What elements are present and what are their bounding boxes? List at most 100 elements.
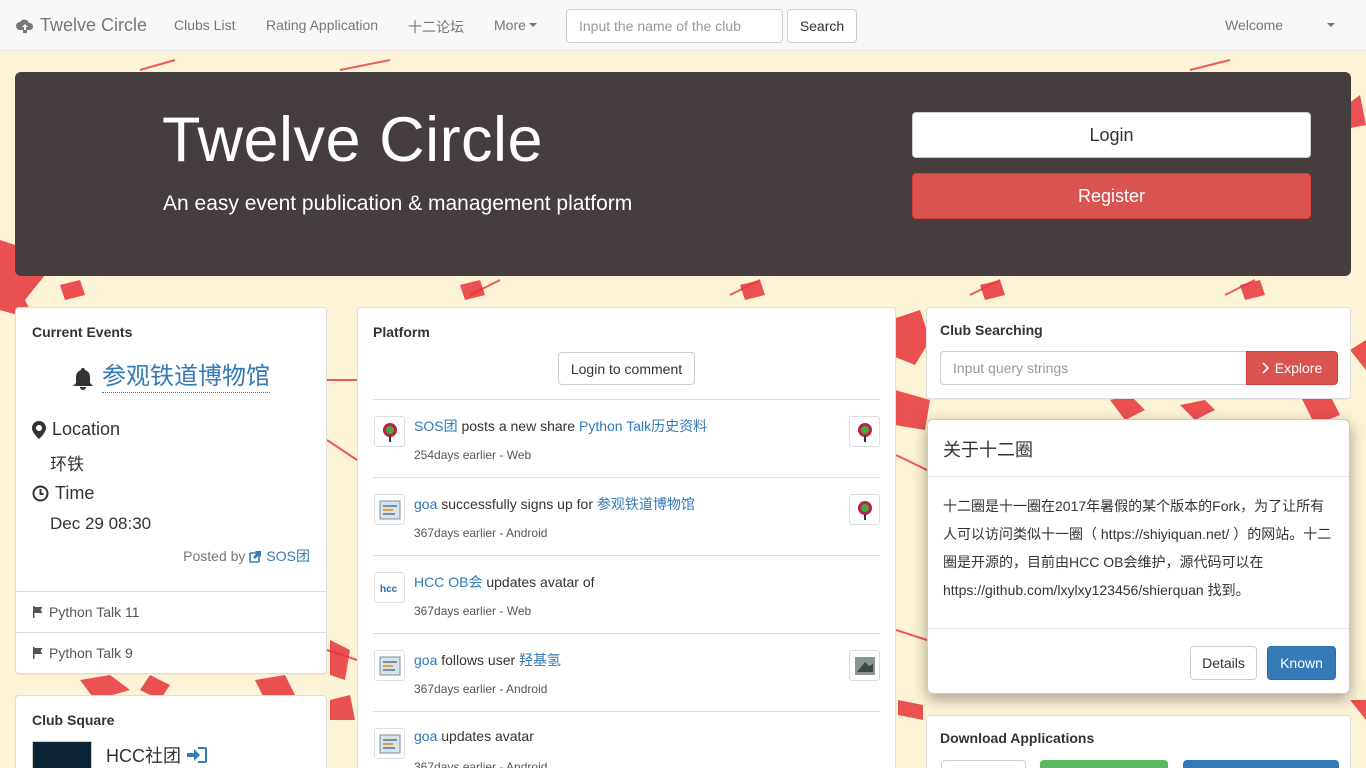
user-avatar[interactable] — [374, 728, 405, 759]
feed-target-link[interactable]: 羟基氢 — [519, 652, 561, 668]
clock-icon — [32, 485, 49, 502]
target-thumbnail[interactable] — [849, 416, 880, 447]
caret-down-icon[interactable] — [1327, 23, 1335, 27]
feed-text: HCC OB会 updates avatar of — [414, 572, 595, 592]
explore-label: Explore — [1274, 360, 1323, 376]
panel-title: Club Searching — [940, 322, 1043, 338]
bell-icon — [73, 367, 93, 390]
feed-action: successfully signs up for — [437, 496, 597, 512]
time-label-row: Time — [32, 483, 94, 504]
feed-actor-link[interactable]: SOS团 — [414, 418, 458, 434]
login-icon[interactable] — [187, 747, 207, 763]
hero-jumbotron: Twelve Circle An easy event publication … — [15, 72, 1351, 276]
feed-item: goa successfully signs up for 参观铁道博物馆 36… — [373, 477, 880, 555]
brand-link[interactable]: Twelve Circle — [16, 15, 147, 36]
download-applications-panel: Download Applications — [926, 715, 1351, 768]
club-avatar[interactable]: hcc — [374, 572, 405, 603]
event-link[interactable]: 参观铁道博物馆 — [102, 362, 270, 393]
location-label-row: Location — [32, 419, 120, 440]
event-list-label: Python Talk 11 — [49, 604, 140, 620]
caret-down-icon — [528, 23, 537, 27]
event-heading: 参观铁道博物馆 — [16, 362, 326, 393]
club-name-search-input[interactable] — [566, 9, 783, 43]
search-button[interactable]: Search — [787, 9, 857, 43]
download-button[interactable] — [941, 760, 1026, 768]
svg-text:hcc: hcc — [380, 584, 398, 594]
about-dialog: 关于十二圈 十二圈是十一圈在2017年暑假的某个版本的Fork，为了让所有人可以… — [927, 419, 1350, 694]
hero-subtitle: An easy event publication & management p… — [163, 192, 633, 215]
nav-rating-application[interactable]: Rating Application — [266, 17, 378, 33]
feed-text: goa follows user 羟基氢 — [414, 650, 561, 670]
panel-title: Current Events — [32, 324, 133, 340]
user-avatar[interactable] — [374, 650, 405, 681]
map-marker-icon — [32, 420, 46, 439]
feed-text: goa updates avatar — [414, 728, 534, 744]
login-button[interactable]: Login — [912, 112, 1311, 158]
welcome-dropdown[interactable]: Welcome — [1225, 17, 1283, 33]
feed-target-link[interactable]: 参观铁道博物馆 — [597, 496, 695, 512]
nav-clubs-list[interactable]: Clubs List — [174, 17, 235, 33]
location-label: Location — [52, 419, 121, 439]
feed-actor-link[interactable]: HCC OB会 — [414, 574, 482, 590]
club-name[interactable]: HCC社团 — [106, 742, 181, 768]
club-name-row: HCC社团 — [106, 742, 207, 768]
nav-more-dropdown[interactable]: More — [494, 17, 537, 33]
posted-by-label: Posted by — [183, 548, 246, 564]
location-value: 环铁 — [50, 455, 84, 474]
feed-item: hcc HCC OB会 updates avatar of 367days ea… — [373, 555, 880, 633]
details-button[interactable]: Details — [1190, 646, 1257, 680]
query-input[interactable] — [940, 351, 1247, 385]
feed-actor-link[interactable]: goa — [414, 652, 437, 668]
login-to-comment-button[interactable]: Login to comment — [558, 352, 695, 385]
posted-by: Posted by SOS团 — [183, 546, 310, 566]
target-thumbnail[interactable] — [849, 650, 880, 681]
dialog-footer: Details Known — [928, 628, 1349, 694]
event-list-label: Python Talk 9 — [49, 645, 133, 661]
panel-title: Download Applications — [940, 730, 1095, 746]
dialog-body: 十二圈是十一圈在2017年暑假的某个版本的Fork，为了让所有人可以访问类似十一… — [943, 498, 1332, 598]
nav-more-label: More — [494, 17, 526, 33]
time-label: Time — [55, 483, 95, 503]
panel-title: Club Square — [32, 712, 115, 728]
dialog-header: 关于十二圈 — [928, 420, 1349, 477]
feed-actor-link[interactable]: goa — [414, 496, 437, 512]
club-square-panel: Club Square HCC社团 — [15, 695, 327, 768]
target-thumbnail[interactable] — [849, 494, 880, 525]
feed-meta: 367days earlier - Android — [414, 526, 548, 540]
share-icon — [249, 550, 262, 563]
posted-club-link[interactable]: SOS团 — [266, 546, 310, 566]
club-searching-panel: Club Searching Explore — [926, 307, 1351, 399]
current-events-panel: Current Events 参观铁道博物馆 Location 环铁 Time … — [15, 307, 327, 674]
event-list-item[interactable]: Python Talk 9 — [16, 632, 326, 673]
flag-icon — [33, 606, 43, 618]
feed-item: goa updates avatar 367days earlier - And… — [373, 711, 880, 768]
platform-panel: Platform Login to comment SOS团 posts a n… — [357, 307, 896, 768]
club-avatar[interactable] — [32, 741, 92, 768]
chevron-right-icon — [1262, 362, 1269, 374]
explore-button[interactable]: Explore — [1246, 351, 1338, 385]
feed-action: posts a new share — [457, 418, 579, 434]
hero-title: Twelve Circle — [162, 105, 544, 175]
flag-icon — [33, 647, 43, 659]
nav-forum[interactable]: 十二论坛 — [408, 17, 464, 37]
known-button[interactable]: Known — [1267, 646, 1336, 680]
feed-target-link[interactable]: Python Talk历史资料 — [579, 418, 707, 434]
cloud-upload-icon — [16, 19, 34, 33]
register-button[interactable]: Register — [912, 173, 1311, 219]
feed-meta: 367days earlier - Android — [414, 682, 548, 696]
event-list-item[interactable]: Python Talk 11 — [16, 591, 326, 632]
club-avatar[interactable] — [374, 416, 405, 447]
feed-meta: 367days earlier - Android — [414, 760, 548, 768]
feed-meta: 367days earlier - Web — [414, 604, 532, 618]
download-android-button[interactable] — [1040, 760, 1168, 768]
time-value: Dec 29 08:30 — [50, 514, 152, 533]
feed-item: goa follows user 羟基氢 367days earlier - A… — [373, 633, 880, 711]
download-ios-button[interactable] — [1183, 760, 1339, 768]
panel-title: Platform — [373, 324, 430, 340]
user-avatar[interactable] — [374, 494, 405, 525]
top-navbar: Twelve Circle Clubs List Rating Applicat… — [0, 0, 1366, 51]
feed-meta: 254days earlier - Web — [414, 448, 532, 462]
feed-item: SOS团 posts a new share Python Talk历史资料 2… — [373, 399, 880, 477]
feed-text: goa successfully signs up for 参观铁道博物馆 — [414, 494, 695, 514]
feed-actor-link[interactable]: goa — [414, 728, 437, 744]
